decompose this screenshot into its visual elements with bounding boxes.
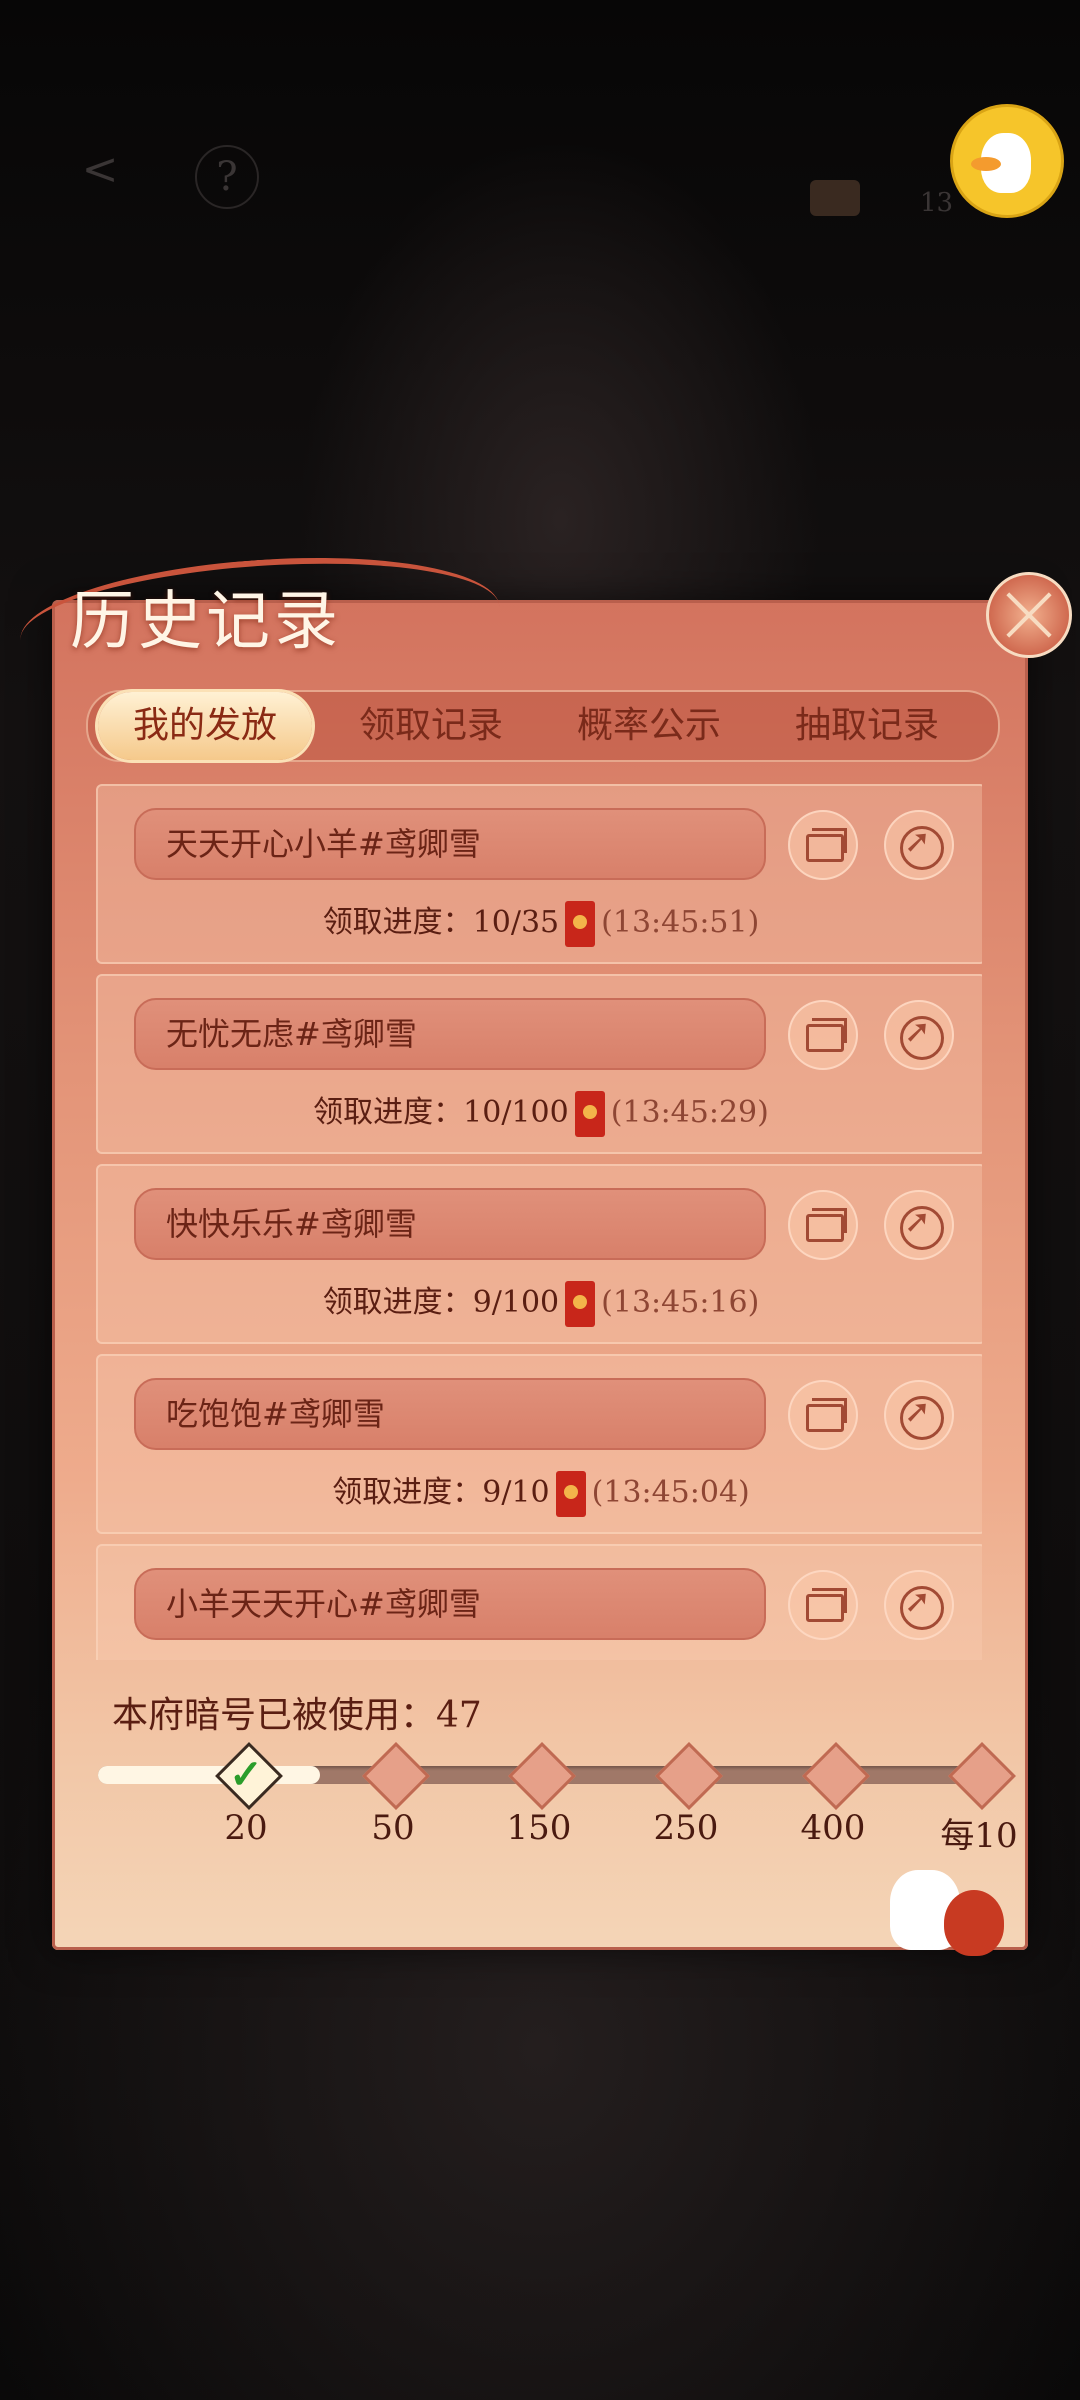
- tab-draw-records[interactable]: 抽取记录: [760, 692, 974, 760]
- share-icon[interactable]: [884, 1570, 954, 1640]
- share-icon[interactable]: [884, 810, 954, 880]
- copy-icon[interactable]: [788, 1190, 858, 1260]
- milestone-label: 150: [506, 1808, 572, 1848]
- progress-label: 领取进度：: [313, 1095, 464, 1130]
- milestone-label: 400: [800, 1808, 866, 1848]
- record-name-box: 吃饱饱#鸢卿雪: [134, 1378, 766, 1450]
- tab-bar: 我的发放 领取记录 概率公示 抽取记录: [86, 690, 1000, 762]
- record-name-box: 小羊天天开心#鸢卿雪: [134, 1568, 766, 1640]
- record-name-box: 快快乐乐#鸢卿雪: [134, 1188, 766, 1260]
- copy-icon[interactable]: [788, 810, 858, 880]
- list-item: 快快乐乐#鸢卿雪 领取进度：9/100 (13:45:16): [96, 1164, 982, 1344]
- progress-line: 领取进度：9/10 (13:45:04): [98, 1468, 982, 1518]
- progress-time: (13:45:29): [610, 1095, 769, 1130]
- tab-my-issued[interactable]: 我的发放: [98, 692, 312, 760]
- progress-fill: [98, 1766, 320, 1784]
- red-envelope-icon: [555, 1471, 586, 1517]
- red-envelope-icon: [574, 1091, 605, 1137]
- record-name: 小羊天天开心#鸢卿雪: [166, 1585, 481, 1623]
- avatar[interactable]: [950, 104, 1064, 218]
- page-title: 历史记录: [70, 585, 342, 659]
- progress-label: 领取进度：: [322, 1285, 473, 1320]
- share-icon[interactable]: [884, 1000, 954, 1070]
- share-icon[interactable]: [884, 1190, 954, 1260]
- record-name-box: 天天开心小羊#鸢卿雪: [134, 808, 766, 880]
- progress-line: 领取进度：10/35 (13:45:51): [98, 898, 982, 948]
- progress-line: [98, 1658, 982, 1660]
- back-button[interactable]: <: [70, 140, 130, 200]
- record-name: 无忧无虑#鸢卿雪: [166, 1015, 417, 1053]
- progress-label: 领取进度：: [322, 905, 473, 940]
- list-item: 无忧无虑#鸢卿雪 领取进度：10/100 (13:45:29): [96, 974, 982, 1154]
- lucky-bag-icon: [944, 1890, 1004, 1956]
- progress-line: 领取进度：9/100 (13:45:16): [98, 1278, 982, 1328]
- share-icon[interactable]: [884, 1380, 954, 1450]
- record-name: 吃饱饱#鸢卿雪: [166, 1395, 385, 1433]
- tab-claim-records[interactable]: 领取记录: [324, 692, 538, 760]
- record-name-box: 无忧无虑#鸢卿雪: [134, 998, 766, 1070]
- progress-time: (13:45:04): [591, 1475, 750, 1510]
- red-envelope-icon: [565, 1281, 596, 1327]
- list-item: 天天开心小羊#鸢卿雪 领取进度：10/35 (13:45:51): [96, 784, 982, 964]
- list-item: 吃饱饱#鸢卿雪 领取进度：9/10 (13:45:04): [96, 1354, 982, 1534]
- tab-probability[interactable]: 概率公示: [542, 692, 756, 760]
- record-list[interactable]: 天天开心小羊#鸢卿雪 领取进度：10/35(13:45:51) 无忧无虑#鸢卿雪…: [96, 784, 982, 1660]
- currency-count: 13: [920, 188, 954, 218]
- copy-icon[interactable]: [788, 1570, 858, 1640]
- check-icon: ✓: [229, 1751, 263, 1798]
- copy-icon[interactable]: [788, 1380, 858, 1450]
- progress-time: (13:45:16): [601, 1285, 760, 1320]
- record-name: 天天开心小羊#鸢卿雪: [166, 825, 481, 863]
- red-envelope-icon: [565, 901, 596, 947]
- progress-value: 9/10: [482, 1475, 550, 1510]
- close-button[interactable]: [986, 572, 1072, 658]
- progress-value: 10/35: [472, 905, 560, 940]
- beak-icon: [971, 157, 1001, 171]
- progress-value: 10/100: [463, 1095, 569, 1130]
- help-button[interactable]: ?: [195, 145, 259, 209]
- chest-icon: [810, 180, 860, 216]
- progress-time: (13:45:51): [601, 905, 760, 940]
- milestone-label: 50: [371, 1808, 415, 1848]
- milestone-label: 250: [653, 1808, 719, 1848]
- milestone-label: 每10: [940, 1816, 1018, 1856]
- copy-icon[interactable]: [788, 1000, 858, 1070]
- record-name: 快快乐乐#鸢卿雪: [166, 1205, 417, 1243]
- progress-value: 9/100: [472, 1285, 560, 1320]
- progress-line: 领取进度：10/100 (13:45:29): [98, 1088, 982, 1138]
- milestone-label: 20: [224, 1808, 268, 1848]
- progress-label: 领取进度：: [332, 1475, 483, 1510]
- list-item: 小羊天天开心#鸢卿雪: [96, 1544, 982, 1660]
- usage-count-text: 本府暗号已被使用：47: [112, 1695, 482, 1736]
